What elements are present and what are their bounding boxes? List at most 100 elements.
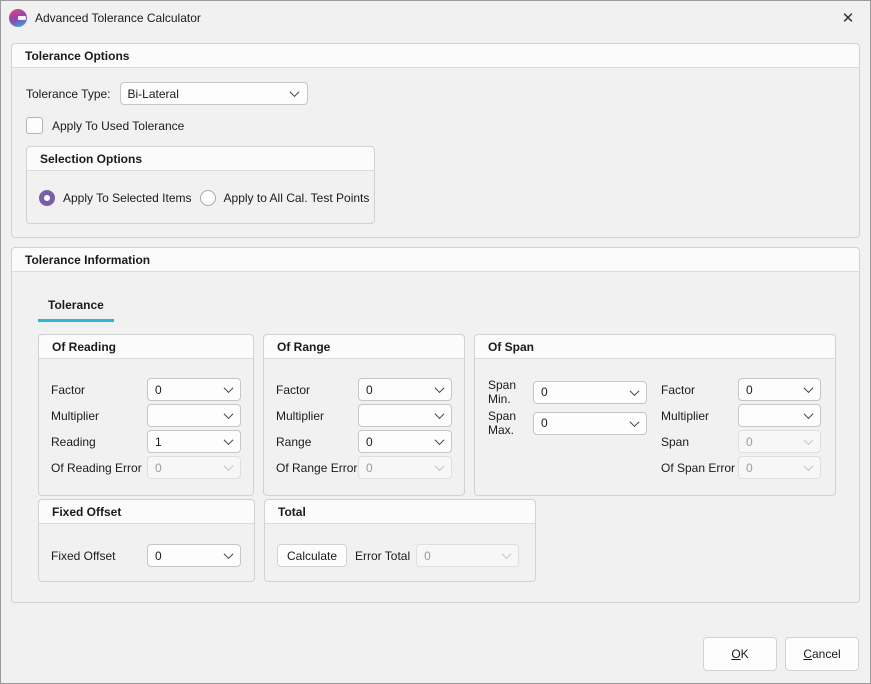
chevron-down-icon bbox=[223, 463, 233, 473]
of-span-group: Of Span Span Min. 0 Span Max bbox=[474, 334, 836, 496]
span-min-value: 0 bbox=[541, 385, 629, 399]
chevron-down-icon bbox=[629, 418, 639, 428]
of-reading-error-label: Of Reading Error bbox=[51, 461, 147, 475]
span-multiplier-label: Multiplier bbox=[661, 409, 738, 423]
tab-tolerance[interactable]: Tolerance bbox=[38, 298, 114, 322]
ok-button[interactable]: OK bbox=[703, 637, 777, 671]
of-span-error-dropdown: 0 bbox=[738, 456, 821, 479]
chevron-down-icon bbox=[223, 437, 233, 447]
tolerance-type-value: Bi-Lateral bbox=[128, 87, 290, 101]
chevron-down-icon bbox=[434, 437, 444, 447]
error-total-dropdown: 0 bbox=[416, 544, 519, 567]
total-group: Total Calculate Error Total 0 bbox=[264, 499, 536, 582]
reading-multiplier-dropdown[interactable] bbox=[147, 404, 241, 427]
of-range-title: Of Range bbox=[264, 335, 464, 359]
range-factor-value: 0 bbox=[366, 383, 434, 397]
of-reading-error-value: 0 bbox=[155, 461, 223, 475]
of-reading-group: Of Reading Factor 0 Multiplier bbox=[38, 334, 254, 496]
tolerance-information-group: Tolerance Information Tolerance Of Readi… bbox=[11, 247, 860, 603]
apply-to-selected-items-radio[interactable] bbox=[39, 190, 55, 206]
chevron-down-icon bbox=[629, 387, 639, 397]
of-range-error-label: Of Range Error bbox=[276, 461, 358, 475]
span-factor-value: 0 bbox=[746, 383, 803, 397]
apply-to-used-tolerance-checkbox[interactable] bbox=[26, 117, 43, 134]
of-reading-error-dropdown: 0 bbox=[147, 456, 241, 479]
tolerance-type-dropdown[interactable]: Bi-Lateral bbox=[120, 82, 308, 105]
chevron-down-icon bbox=[803, 463, 813, 473]
tolerance-information-title: Tolerance Information bbox=[12, 248, 859, 272]
reading-factor-dropdown[interactable]: 0 bbox=[147, 378, 241, 401]
chevron-down-icon bbox=[803, 411, 813, 421]
fixed-offset-group: Fixed Offset Fixed Offset 0 bbox=[38, 499, 255, 582]
tolerance-type-label: Tolerance Type: bbox=[26, 87, 111, 101]
dialog-footer: OK Cancel bbox=[703, 637, 859, 671]
apply-to-selected-items-label: Apply To Selected Items bbox=[63, 191, 192, 205]
of-span-title: Of Span bbox=[475, 335, 835, 359]
reading-value: 1 bbox=[155, 435, 223, 449]
span-factor-dropdown[interactable]: 0 bbox=[738, 378, 821, 401]
of-span-error-label: Of Span Error bbox=[661, 461, 738, 475]
apply-to-all-cal-test-points-label: Apply to All Cal. Test Points bbox=[224, 191, 370, 205]
selection-options-title: Selection Options bbox=[27, 147, 374, 171]
reading-multiplier-label: Multiplier bbox=[51, 409, 147, 423]
reading-factor-value: 0 bbox=[155, 383, 223, 397]
of-range-error-dropdown: 0 bbox=[358, 456, 452, 479]
chevron-down-icon bbox=[434, 463, 444, 473]
chevron-down-icon bbox=[223, 411, 233, 421]
span-dropdown: 0 bbox=[738, 430, 821, 453]
span-value: 0 bbox=[746, 435, 803, 449]
app-logo-icon bbox=[9, 9, 27, 27]
reading-label: Reading bbox=[51, 435, 147, 449]
span-max-label: Span Max. bbox=[488, 409, 533, 437]
apply-to-used-tolerance-label: Apply To Used Tolerance bbox=[52, 119, 184, 133]
range-multiplier-dropdown[interactable] bbox=[358, 404, 452, 427]
span-min-label: Span Min. bbox=[488, 378, 533, 406]
fixed-offset-dropdown[interactable]: 0 bbox=[147, 544, 241, 567]
chevron-down-icon bbox=[803, 385, 813, 395]
reading-dropdown[interactable]: 1 bbox=[147, 430, 241, 453]
fixed-offset-label: Fixed Offset bbox=[51, 549, 147, 563]
reading-factor-label: Factor bbox=[51, 383, 147, 397]
title-bar: Advanced Tolerance Calculator ✕ bbox=[1, 1, 870, 34]
close-icon: ✕ bbox=[842, 9, 855, 27]
close-button[interactable]: ✕ bbox=[826, 1, 870, 34]
total-title: Total bbox=[265, 500, 535, 524]
range-dropdown[interactable]: 0 bbox=[358, 430, 452, 453]
of-reading-title: Of Reading bbox=[39, 335, 253, 359]
selection-options-group: Selection Options Apply To Selected Item… bbox=[26, 146, 375, 224]
range-label: Range bbox=[276, 435, 358, 449]
cancel-button[interactable]: Cancel bbox=[785, 637, 859, 671]
span-label: Span bbox=[661, 435, 738, 449]
advanced-tolerance-calculator-dialog: Advanced Tolerance Calculator ✕ Toleranc… bbox=[0, 0, 871, 684]
tolerance-options-title: Tolerance Options bbox=[12, 44, 859, 68]
span-max-value: 0 bbox=[541, 416, 629, 430]
chevron-down-icon bbox=[803, 437, 813, 447]
range-factor-dropdown[interactable]: 0 bbox=[358, 378, 452, 401]
apply-to-all-cal-test-points-radio[interactable] bbox=[200, 190, 216, 206]
ok-button-label: OK bbox=[731, 647, 748, 661]
span-min-dropdown[interactable]: 0 bbox=[533, 381, 647, 404]
calculate-button-label: Calculate bbox=[287, 549, 337, 563]
chevron-down-icon bbox=[223, 385, 233, 395]
span-multiplier-dropdown[interactable] bbox=[738, 404, 821, 427]
calculate-button[interactable]: Calculate bbox=[277, 544, 347, 567]
range-multiplier-label: Multiplier bbox=[276, 409, 358, 423]
window-title: Advanced Tolerance Calculator bbox=[35, 11, 201, 25]
chevron-down-icon bbox=[290, 89, 300, 99]
fixed-offset-value: 0 bbox=[155, 549, 223, 563]
chevron-down-icon bbox=[434, 385, 444, 395]
range-value: 0 bbox=[366, 435, 434, 449]
fixed-offset-title: Fixed Offset bbox=[39, 500, 254, 524]
tolerance-options-group: Tolerance Options Tolerance Type: Bi-Lat… bbox=[11, 43, 860, 238]
span-factor-label: Factor bbox=[661, 383, 738, 397]
of-range-error-value: 0 bbox=[366, 461, 434, 475]
cancel-button-label: Cancel bbox=[803, 647, 840, 661]
chevron-down-icon bbox=[434, 411, 444, 421]
of-span-error-value: 0 bbox=[746, 461, 803, 475]
span-max-dropdown[interactable]: 0 bbox=[533, 412, 647, 435]
chevron-down-icon bbox=[501, 551, 511, 561]
range-factor-label: Factor bbox=[276, 383, 358, 397]
error-total-label: Error Total bbox=[355, 549, 410, 563]
of-range-group: Of Range Factor 0 Multiplier bbox=[263, 334, 465, 496]
error-total-value: 0 bbox=[424, 549, 501, 563]
